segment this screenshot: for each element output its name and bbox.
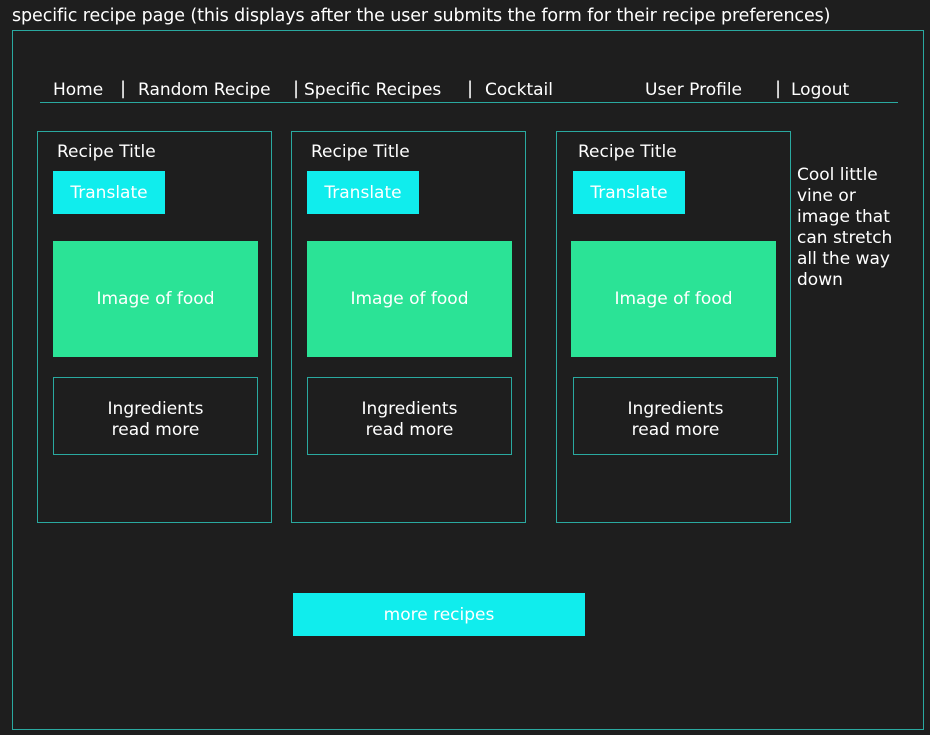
- nav-cocktail[interactable]: Cocktail: [485, 80, 553, 100]
- ingredients-box[interactable]: Ingredients read more: [307, 377, 512, 455]
- translate-button[interactable]: Translate: [573, 171, 685, 214]
- nav-logout[interactable]: Logout: [791, 80, 849, 100]
- nav-separator: |: [467, 78, 474, 99]
- nav-underline: [40, 102, 898, 103]
- nav-specific-recipes[interactable]: Specific Recipes: [304, 80, 441, 100]
- page-caption: specific recipe page (this displays afte…: [12, 6, 831, 26]
- translate-button[interactable]: Translate: [53, 171, 165, 214]
- food-image: Image of food: [571, 241, 776, 357]
- food-image: Image of food: [53, 241, 258, 357]
- recipe-card: Recipe Title Translate Image of food Ing…: [291, 131, 526, 523]
- nav-home[interactable]: Home: [53, 80, 103, 100]
- read-more-link[interactable]: read more: [54, 420, 257, 441]
- ingredients-label: Ingredients: [361, 399, 458, 419]
- recipe-title: Recipe Title: [57, 142, 156, 162]
- nav-user-profile[interactable]: User Profile: [645, 80, 742, 100]
- nav-separator: |: [120, 78, 127, 99]
- ingredients-label: Ingredients: [107, 399, 204, 419]
- translate-button[interactable]: Translate: [307, 171, 419, 214]
- recipe-title: Recipe Title: [578, 142, 677, 162]
- nav-separator: |: [293, 78, 300, 99]
- read-more-link[interactable]: read more: [308, 420, 511, 441]
- recipe-card: Recipe Title Translate Image of food Ing…: [556, 131, 791, 523]
- read-more-link[interactable]: read more: [574, 420, 777, 441]
- nav-random-recipe[interactable]: Random Recipe: [138, 80, 271, 100]
- side-decoration-note: Cool little vine or image that can stret…: [797, 165, 893, 290]
- recipe-title: Recipe Title: [311, 142, 410, 162]
- ingredients-box[interactable]: Ingredients read more: [573, 377, 778, 455]
- food-image: Image of food: [307, 241, 512, 357]
- recipe-card: Recipe Title Translate Image of food Ing…: [37, 131, 272, 523]
- ingredients-box[interactable]: Ingredients read more: [53, 377, 258, 455]
- nav-separator: |: [775, 78, 782, 99]
- more-recipes-button[interactable]: more recipes: [293, 593, 585, 636]
- ingredients-label: Ingredients: [627, 399, 724, 419]
